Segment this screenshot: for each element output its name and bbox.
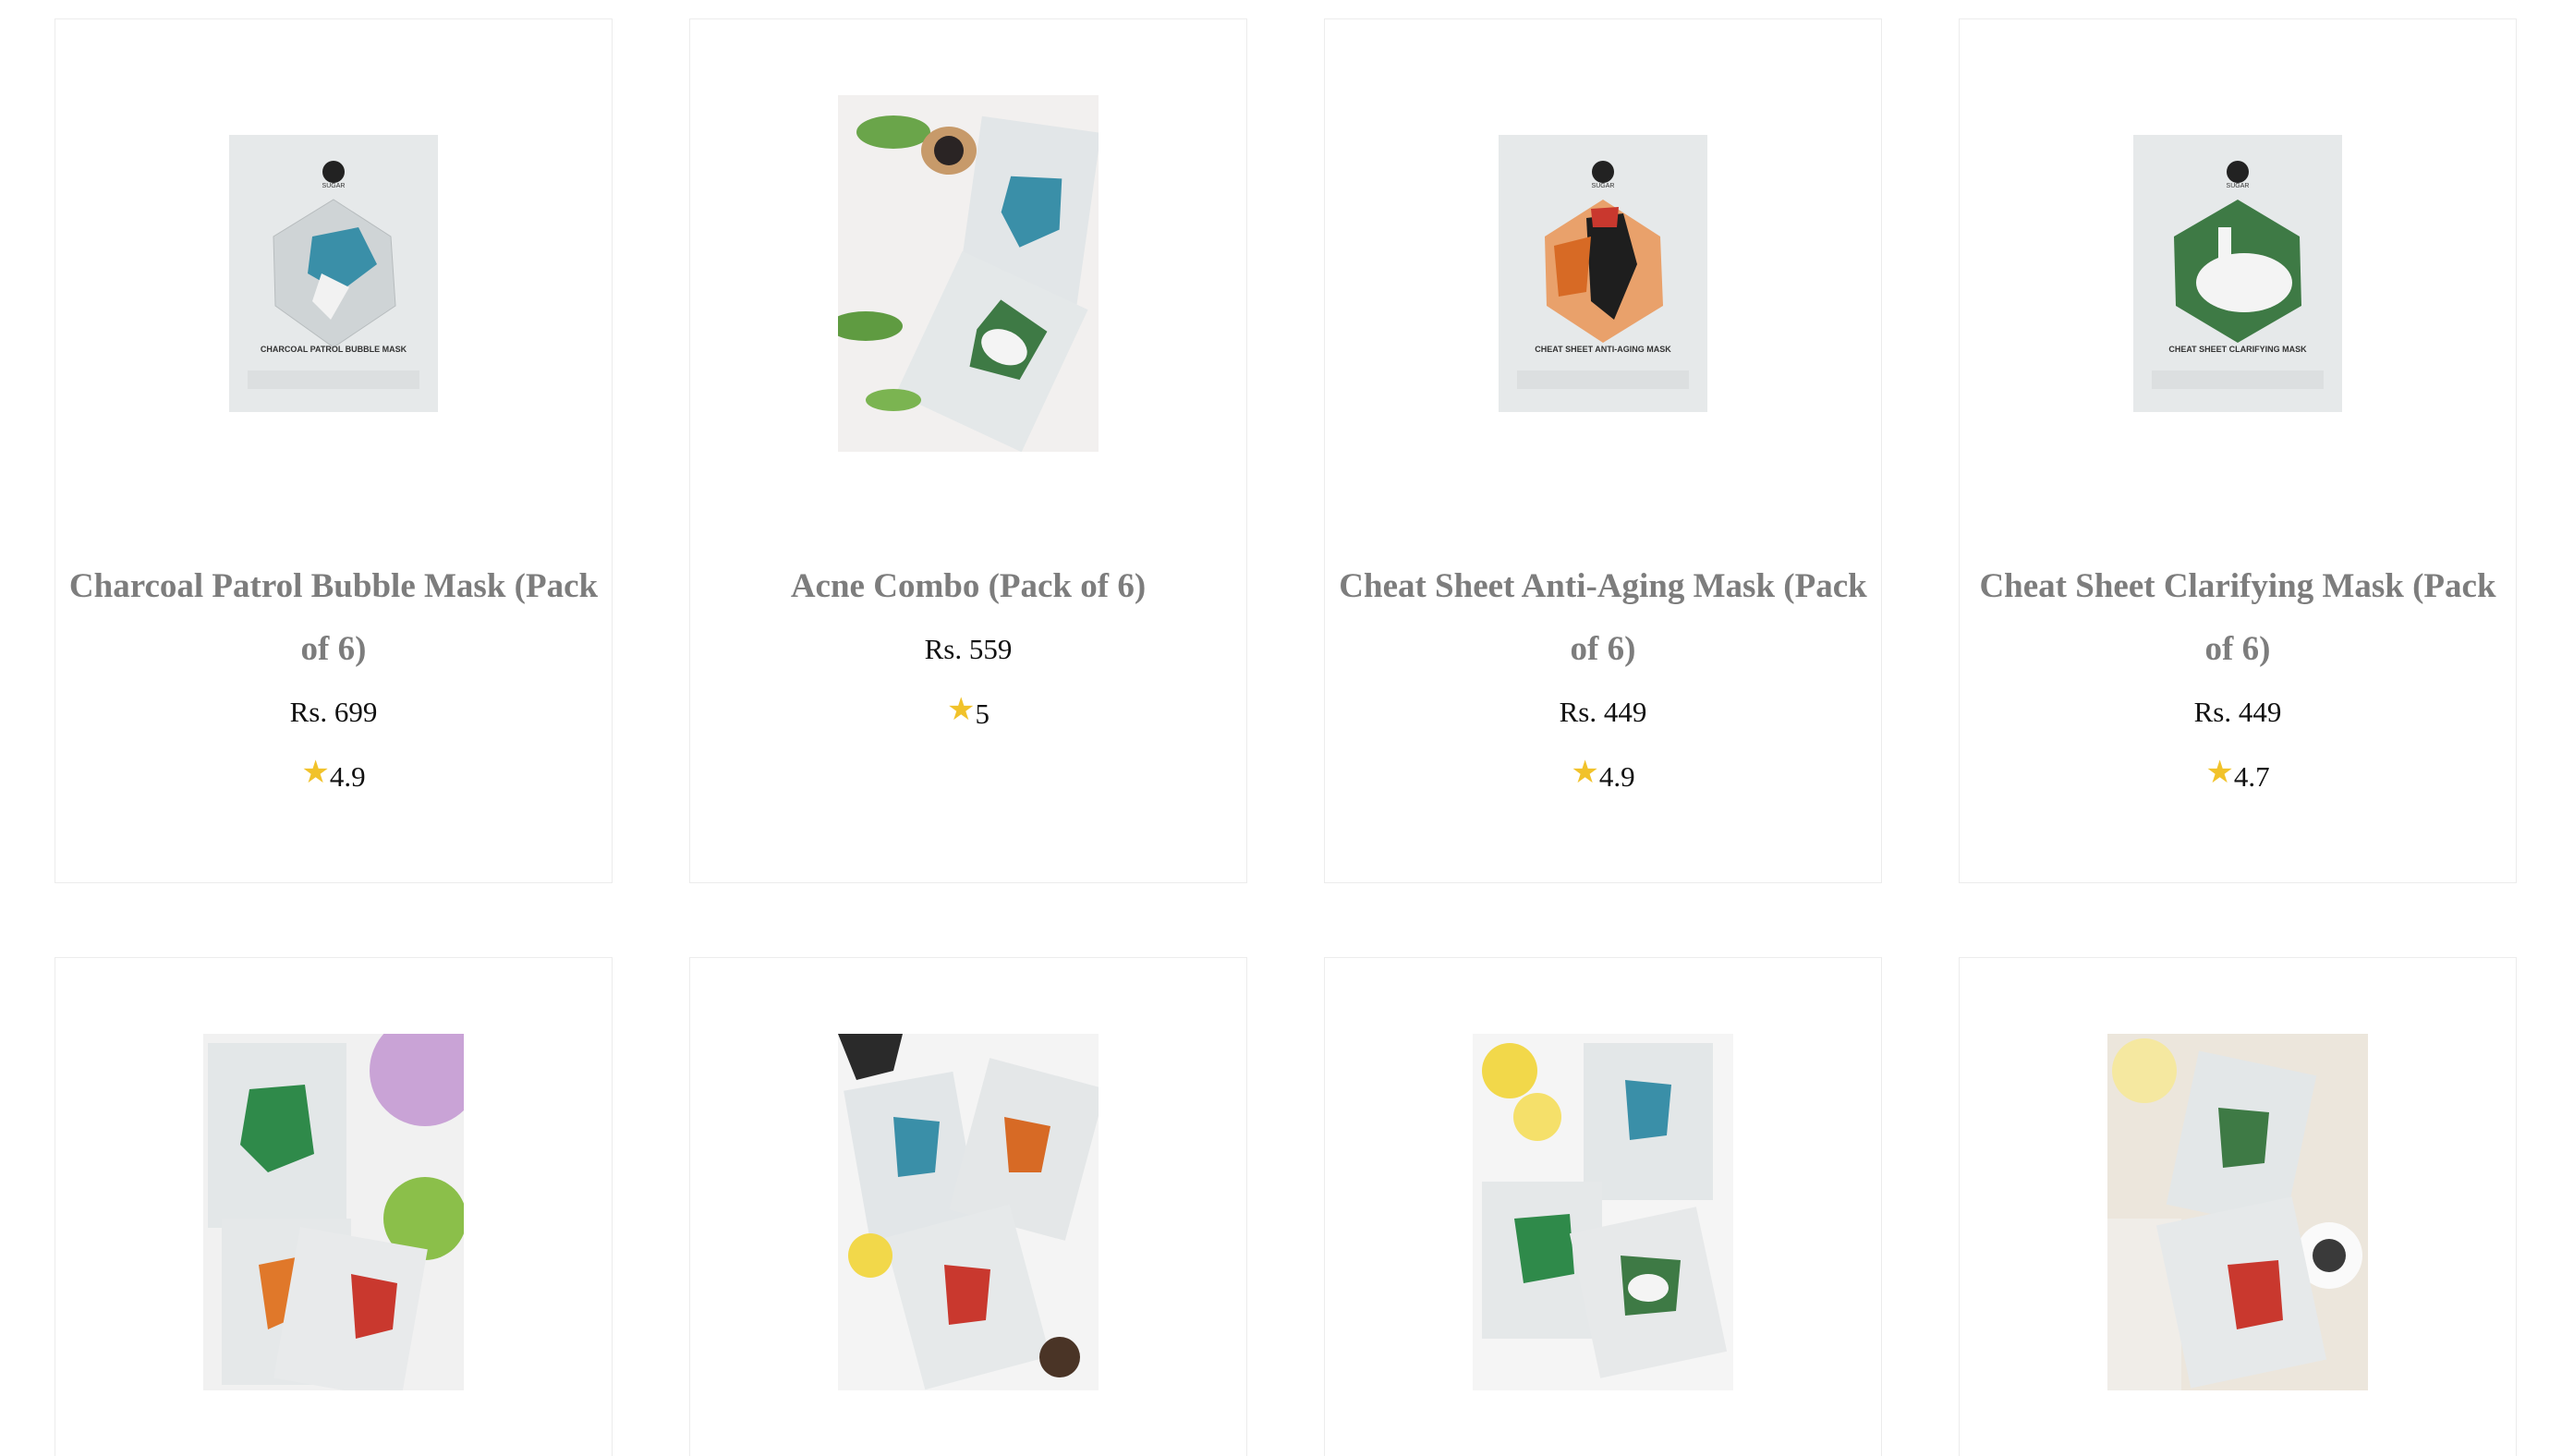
- product-image[interactable]: CHARCOAL PATROL BUBBLE MASK SUGAR: [55, 95, 612, 452]
- product-image[interactable]: [690, 1034, 1246, 1390]
- product-card[interactable]: Acne Combo (Pack of 6) Rs. 559 ★5: [689, 18, 1247, 883]
- product-image[interactable]: [690, 95, 1246, 452]
- product-title[interactable]: Cheat Sheet Anti-Aging Mask (Pack of 6): [1325, 555, 1881, 681]
- product-price: Rs. 449: [2193, 696, 2282, 728]
- product-price: Rs. 699: [289, 696, 378, 728]
- product-card[interactable]: [1324, 957, 1882, 1456]
- product-card[interactable]: CHEAT SHEET CLARIFYING MASK SUGAR Cheat …: [1959, 18, 2517, 883]
- product-rating: ★5: [690, 681, 1246, 747]
- product-card[interactable]: [1959, 957, 2517, 1456]
- pack-name: CHEAT SHEET ANTI-AGING MASK: [1535, 345, 1671, 354]
- star-icon: ★: [301, 756, 330, 790]
- star-icon: ★: [2205, 756, 2234, 790]
- pack-name: CHEAT SHEET CLARIFYING MASK: [2168, 345, 2307, 354]
- product-title[interactable]: Cheat Sheet Clarifying Mask (Pack of 6): [1960, 555, 2516, 681]
- combo-pack-image: [1473, 1034, 1733, 1390]
- star-icon: ★: [1571, 756, 1599, 790]
- product-image[interactable]: CHEAT SHEET CLARIFYING MASK SUGAR: [1960, 95, 2516, 452]
- mask-pack-image: CHEAT SHEET CLARIFYING MASK SUGAR: [2133, 135, 2342, 412]
- combo-pack-image: [838, 95, 1099, 452]
- product-image[interactable]: [55, 1034, 612, 1390]
- product-image[interactable]: CHEAT SHEET ANTI-AGING MASK SUGAR: [1325, 95, 1881, 452]
- product-card[interactable]: CHARCOAL PATROL BUBBLE MASK SUGAR Charco…: [55, 18, 613, 883]
- pack-brand: SUGAR: [322, 183, 346, 189]
- rating-value: 5: [975, 698, 990, 730]
- combo-pack-image: [203, 1034, 464, 1390]
- product-rating: ★4.9: [55, 744, 612, 810]
- rating-value: 4.9: [1598, 760, 1635, 793]
- product-price: Rs. 449: [1559, 696, 1647, 728]
- pack-name: CHARCOAL PATROL BUBBLE MASK: [261, 345, 407, 354]
- rating-value: 4.9: [329, 760, 366, 793]
- combo-pack-image: [838, 1034, 1099, 1390]
- product-rating: ★4.9: [1325, 744, 1881, 810]
- product-grid: CHARCOAL PATROL BUBBLE MASK SUGAR Charco…: [0, 0, 2574, 1456]
- star-icon: ★: [947, 693, 976, 727]
- product-image[interactable]: [1960, 1034, 2516, 1390]
- combo-pack-image: [2107, 1034, 2368, 1390]
- product-image[interactable]: [1325, 1034, 1881, 1390]
- mask-pack-image: CHARCOAL PATROL BUBBLE MASK SUGAR: [229, 135, 438, 412]
- product-card[interactable]: [689, 957, 1247, 1456]
- product-price: Rs. 559: [924, 633, 1013, 665]
- rating-value: 4.7: [2233, 760, 2270, 793]
- product-title[interactable]: Charcoal Patrol Bubble Mask (Pack of 6): [55, 555, 612, 681]
- product-card[interactable]: CHEAT SHEET ANTI-AGING MASK SUGAR Cheat …: [1324, 18, 1882, 883]
- product-title[interactable]: Acne Combo (Pack of 6): [690, 555, 1246, 618]
- mask-pack-image: CHEAT SHEET ANTI-AGING MASK SUGAR: [1499, 135, 1707, 412]
- product-rating: ★4.7: [1960, 744, 2516, 810]
- product-card[interactable]: [55, 957, 613, 1456]
- pack-brand: SUGAR: [2227, 183, 2250, 189]
- pack-brand: SUGAR: [1592, 183, 1615, 189]
